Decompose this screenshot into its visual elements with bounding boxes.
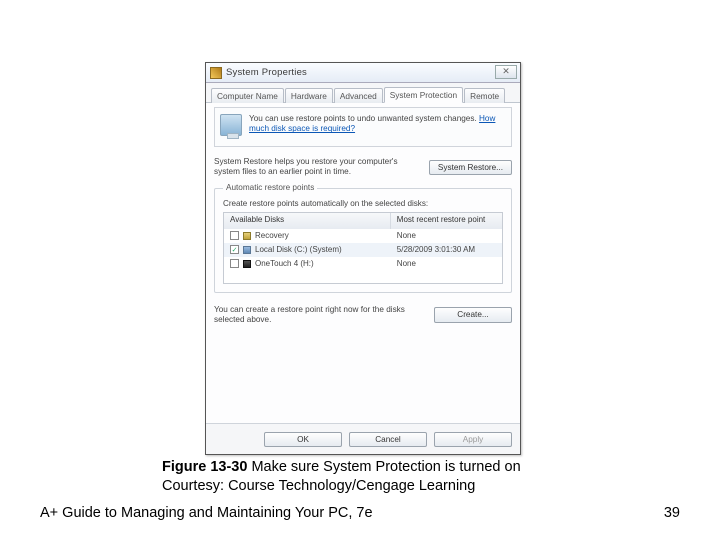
group-description: Create restore points automatically on t… bbox=[223, 199, 503, 208]
ok-button[interactable]: OK bbox=[264, 432, 342, 447]
monitor-icon bbox=[220, 114, 242, 136]
dialog-body: You can use restore points to undo unwan… bbox=[206, 103, 520, 424]
disk-icon bbox=[243, 260, 251, 268]
window-icon bbox=[210, 67, 222, 79]
slide-footer: A+ Guide to Managing and Maintaining You… bbox=[40, 505, 680, 521]
page-number: 39 bbox=[664, 505, 680, 521]
tab-strip: Computer Name Hardware Advanced System P… bbox=[206, 83, 520, 103]
titlebar: System Properties ✕ bbox=[206, 63, 520, 83]
tab-computer-name[interactable]: Computer Name bbox=[211, 88, 284, 103]
tab-remote[interactable]: Remote bbox=[464, 88, 505, 103]
disk-icon bbox=[243, 232, 251, 240]
dialog-footer: OK Cancel Apply bbox=[206, 424, 520, 454]
figure-label: Figure 13-30 bbox=[162, 459, 247, 475]
create-button[interactable]: Create... bbox=[434, 307, 512, 323]
apply-button[interactable]: Apply bbox=[434, 432, 512, 447]
checkbox[interactable] bbox=[230, 231, 239, 240]
disk-recent: None bbox=[391, 259, 502, 268]
figure-caption: Figure 13-30 Make sure System Protection… bbox=[162, 458, 592, 495]
disk-name: Recovery bbox=[255, 231, 289, 240]
disk-recent: None bbox=[391, 231, 502, 240]
info-box: You can use restore points to undo unwan… bbox=[214, 107, 512, 147]
checkbox[interactable] bbox=[230, 259, 239, 268]
disk-listbox: Available Disks Most recent restore poin… bbox=[223, 212, 503, 284]
restore-section: System Restore helps you restore your co… bbox=[214, 157, 512, 178]
figure-courtesy: Courtesy: Course Technology/Cengage Lear… bbox=[162, 477, 592, 496]
system-restore-button[interactable]: System Restore... bbox=[429, 160, 512, 175]
col-available-disks[interactable]: Available Disks bbox=[224, 213, 391, 229]
checkbox[interactable]: ✓ bbox=[230, 245, 239, 254]
window-title: System Properties bbox=[226, 67, 307, 78]
tab-system-protection[interactable]: System Protection bbox=[384, 87, 463, 103]
auto-restore-group: Automatic restore points Create restore … bbox=[214, 188, 512, 293]
disk-name: Local Disk (C:) (System) bbox=[255, 245, 342, 254]
restore-description: System Restore helps you restore your co… bbox=[214, 157, 421, 178]
tab-hardware[interactable]: Hardware bbox=[285, 88, 333, 103]
group-label: Automatic restore points bbox=[223, 183, 317, 192]
cancel-button[interactable]: Cancel bbox=[349, 432, 427, 447]
disk-recent: 5/28/2009 3:01:30 AM bbox=[391, 245, 502, 254]
create-section: You can create a restore point right now… bbox=[214, 305, 512, 326]
disk-name: OneTouch 4 (H:) bbox=[255, 259, 314, 268]
disk-icon bbox=[243, 246, 251, 254]
figure-text: Make sure System Protection is turned on bbox=[247, 459, 520, 475]
info-text: You can use restore points to undo unwan… bbox=[249, 114, 479, 123]
list-item[interactable]: Recovery None bbox=[224, 229, 502, 243]
list-item[interactable]: OneTouch 4 (H:) None bbox=[224, 257, 502, 271]
tab-advanced[interactable]: Advanced bbox=[334, 88, 383, 103]
window-buttons: ✕ bbox=[495, 65, 517, 79]
list-header: Available Disks Most recent restore poin… bbox=[224, 213, 502, 229]
close-button[interactable]: ✕ bbox=[495, 65, 517, 79]
list-item[interactable]: ✓ Local Disk (C:) (System) 5/28/2009 3:0… bbox=[224, 243, 502, 257]
col-recent-restore[interactable]: Most recent restore point bbox=[391, 213, 502, 229]
create-description: You can create a restore point right now… bbox=[214, 305, 426, 326]
system-properties-dialog: System Properties ✕ Computer Name Hardwa… bbox=[205, 62, 521, 455]
book-title: A+ Guide to Managing and Maintaining You… bbox=[40, 505, 373, 521]
